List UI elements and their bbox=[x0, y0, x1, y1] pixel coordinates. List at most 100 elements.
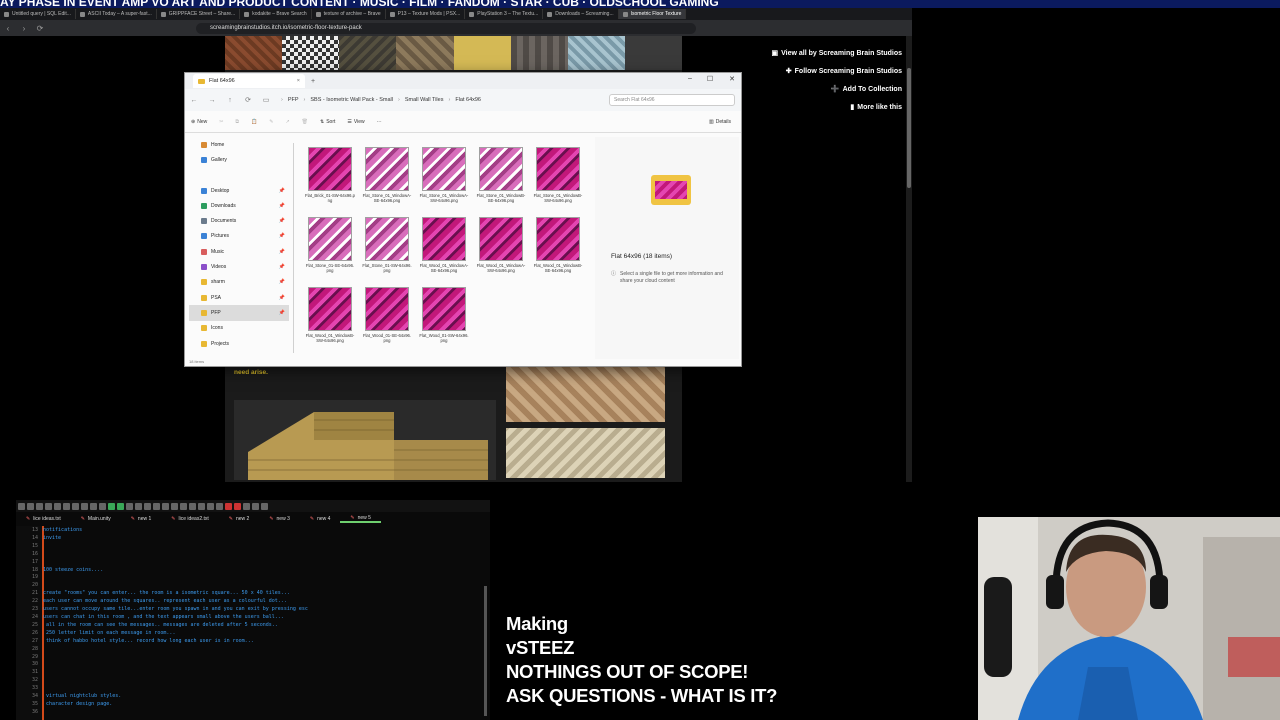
notepad-tab[interactable]: ✎ new 1 bbox=[121, 516, 162, 522]
file-item[interactable]: Flat_Stone_01_WindowB-SW-64x96.png bbox=[533, 147, 583, 203]
minimize-icon[interactable]: – bbox=[681, 75, 699, 82]
toolbar-button-icon[interactable] bbox=[171, 502, 178, 510]
toolbar-button-icon[interactable] bbox=[153, 502, 160, 510]
nav-item[interactable]: Videos 📌 bbox=[189, 259, 289, 274]
toolbar-button-icon[interactable] bbox=[243, 502, 250, 510]
view-button[interactable]: ☰ View bbox=[341, 119, 370, 125]
creator-link[interactable]: ➕ Add To Collection bbox=[752, 80, 902, 98]
url-field[interactable]: screamingbrainstudios.itch.io/isometric-… bbox=[196, 22, 696, 34]
forward-icon[interactable]: › bbox=[16, 24, 32, 33]
toolbar-button-icon[interactable] bbox=[162, 502, 169, 510]
close-tab-icon[interactable]: × bbox=[297, 78, 300, 84]
toolbar-button-icon[interactable] bbox=[252, 502, 259, 510]
up-icon[interactable]: ↑ bbox=[221, 97, 239, 104]
nav-item[interactable]: Home bbox=[189, 137, 289, 152]
file-item[interactable]: Flat_Stone_01_WindowB-SE-64x96.png bbox=[476, 147, 526, 203]
browser-tab[interactable]: GRIPPFACE Street – Share... bbox=[157, 9, 241, 19]
notepad-tab[interactable]: ✎ lice ideas.txt bbox=[16, 516, 71, 522]
more-button[interactable]: ··· bbox=[371, 119, 388, 125]
toolbar-button-icon[interactable] bbox=[180, 502, 187, 510]
file-item[interactable]: Flat_Stone_01-SE-64x96.png bbox=[305, 217, 355, 273]
cut-icon[interactable]: ✂ bbox=[213, 119, 229, 125]
maximize-icon[interactable]: ☐ bbox=[701, 75, 719, 83]
details-button[interactable]: ▥ Details bbox=[703, 119, 737, 125]
file-item[interactable]: Flat_Wood_01_WindowB-SW-64x96.png bbox=[305, 287, 355, 343]
toolbar-button-icon[interactable] bbox=[126, 502, 133, 510]
toolbar-button-icon[interactable] bbox=[36, 502, 43, 510]
toolbar-button-icon[interactable] bbox=[225, 502, 232, 510]
forward-icon[interactable]: → bbox=[203, 97, 221, 104]
share-icon[interactable]: ↗ bbox=[279, 119, 295, 125]
toolbar-button-icon[interactable] bbox=[99, 502, 106, 510]
notepad-tab[interactable]: ✎ new 2 bbox=[219, 516, 260, 522]
toolbar-button-icon[interactable] bbox=[54, 502, 61, 510]
refresh-icon[interactable]: ⟳ bbox=[239, 96, 257, 104]
nav-item[interactable]: Music 📌 bbox=[189, 244, 289, 259]
notepad-tab[interactable]: ✎ new 5 bbox=[340, 515, 381, 523]
toolbar-button-icon[interactable] bbox=[207, 502, 214, 510]
nav-item[interactable]: Pictures 📌 bbox=[189, 229, 289, 244]
file-item[interactable]: Flat_Wood_01_WindowB-SE-64x96.png bbox=[533, 217, 583, 273]
toolbar-button-icon[interactable] bbox=[27, 502, 34, 510]
file-item[interactable]: Flat_Wood_01-SW-64x96.png bbox=[419, 287, 469, 343]
toolbar-button-icon[interactable] bbox=[261, 502, 268, 510]
paste-icon[interactable]: 📋 bbox=[245, 119, 263, 125]
breadcrumb-item[interactable]: SBS - Isometric Wall Pack - Small bbox=[310, 97, 393, 103]
back-icon[interactable]: ‹ bbox=[0, 24, 16, 33]
notepad-tab[interactable]: ✎ lice ideas2.txt bbox=[161, 516, 219, 522]
browser-tab[interactable]: ASCII Today – A super-fast... bbox=[76, 9, 157, 19]
search-input[interactable]: Search Flat 64x96 bbox=[609, 94, 735, 106]
toolbar-button-icon[interactable] bbox=[144, 502, 151, 510]
nav-item[interactable]: Gallery bbox=[189, 152, 289, 167]
toolbar-button-icon[interactable] bbox=[81, 502, 88, 510]
creator-link[interactable]: ✚ Follow Screaming Brain Studios bbox=[752, 62, 902, 80]
rename-icon[interactable]: ✎ bbox=[263, 119, 279, 125]
nav-item[interactable]: sharm 📌 bbox=[189, 275, 289, 290]
toolbar-button-icon[interactable] bbox=[135, 502, 142, 510]
browser-tab[interactable]: kodakite – Brave Search bbox=[240, 9, 312, 19]
toolbar-button-icon[interactable] bbox=[234, 502, 241, 510]
breadcrumb-item[interactable]: PFP bbox=[288, 97, 299, 103]
toolbar-button-icon[interactable] bbox=[63, 502, 70, 510]
file-item[interactable]: Flat_Brick_01-SW-64x96.png bbox=[305, 147, 355, 203]
file-item[interactable]: Flat_Wood_01_WindowA-SE-64x96.png bbox=[419, 217, 469, 273]
sort-button[interactable]: ⇅ Sort bbox=[314, 119, 341, 125]
delete-icon[interactable]: 🗑 bbox=[296, 119, 314, 125]
notepad-tab[interactable]: ✎ new 4 bbox=[300, 516, 341, 522]
nav-item[interactable]: Icons bbox=[189, 321, 289, 336]
editor-scrollbar[interactable] bbox=[484, 586, 487, 716]
toolbar-button-icon[interactable] bbox=[108, 502, 115, 510]
breadcrumb[interactable]: › PFP › SBS - Isometric Wall Pack - Small › S… bbox=[281, 97, 581, 103]
toolbar-button-icon[interactable] bbox=[18, 502, 25, 510]
nav-item[interactable]: Projects bbox=[189, 336, 289, 351]
nav-item[interactable]: PSA 📌 bbox=[189, 290, 289, 305]
nav-item[interactable]: Downloads 📌 bbox=[189, 198, 289, 213]
breadcrumb-item[interactable]: Small Wall Tiles bbox=[405, 97, 444, 103]
file-item[interactable]: Flat_Stone_01_WindowA-SE-64x96.png bbox=[362, 147, 412, 203]
explorer-tab[interactable]: Flat 64x96 × bbox=[193, 74, 305, 88]
browser-tab[interactable]: P13 – Texture Mods | PSX... bbox=[386, 9, 466, 19]
copy-icon[interactable]: ⧉ bbox=[229, 119, 245, 125]
nav-item[interactable] bbox=[189, 168, 289, 183]
new-button[interactable]: ⊕ New bbox=[185, 119, 213, 125]
toolbar-button-icon[interactable] bbox=[90, 502, 97, 510]
reload-icon[interactable]: ⟳ bbox=[32, 24, 48, 33]
browser-tab[interactable]: Isometric Floor Texture bbox=[618, 9, 687, 19]
back-icon[interactable]: ← bbox=[185, 97, 203, 104]
toolbar-button-icon[interactable] bbox=[117, 502, 124, 510]
notepad-tab[interactable]: ✎ Main.unity bbox=[71, 516, 121, 522]
notepad-tab[interactable]: ✎ new 3 bbox=[259, 516, 300, 522]
new-tab-icon[interactable]: + bbox=[311, 78, 315, 85]
file-item[interactable]: Flat_Wood_01_WindowA-SW-64x96.png bbox=[476, 217, 526, 273]
toolbar-button-icon[interactable] bbox=[198, 502, 205, 510]
close-window-icon[interactable]: ✕ bbox=[723, 75, 741, 83]
nav-item[interactable]: Documents 📌 bbox=[189, 213, 289, 228]
toolbar-button-icon[interactable] bbox=[72, 502, 79, 510]
browser-tab[interactable]: texture of archive – Brave bbox=[312, 9, 386, 19]
nav-item[interactable]: PFP 📌 bbox=[189, 305, 289, 321]
breadcrumb-item[interactable]: Flat 64x96 bbox=[455, 97, 481, 103]
text-editor[interactable]: notifications invite 100 steeze coins...… bbox=[43, 527, 483, 720]
browser-tab[interactable]: PlayStation 3 – The Textu... bbox=[465, 9, 544, 19]
toolbar-button-icon[interactable] bbox=[216, 502, 223, 510]
creator-link[interactable]: ▮ More like this bbox=[752, 98, 902, 116]
